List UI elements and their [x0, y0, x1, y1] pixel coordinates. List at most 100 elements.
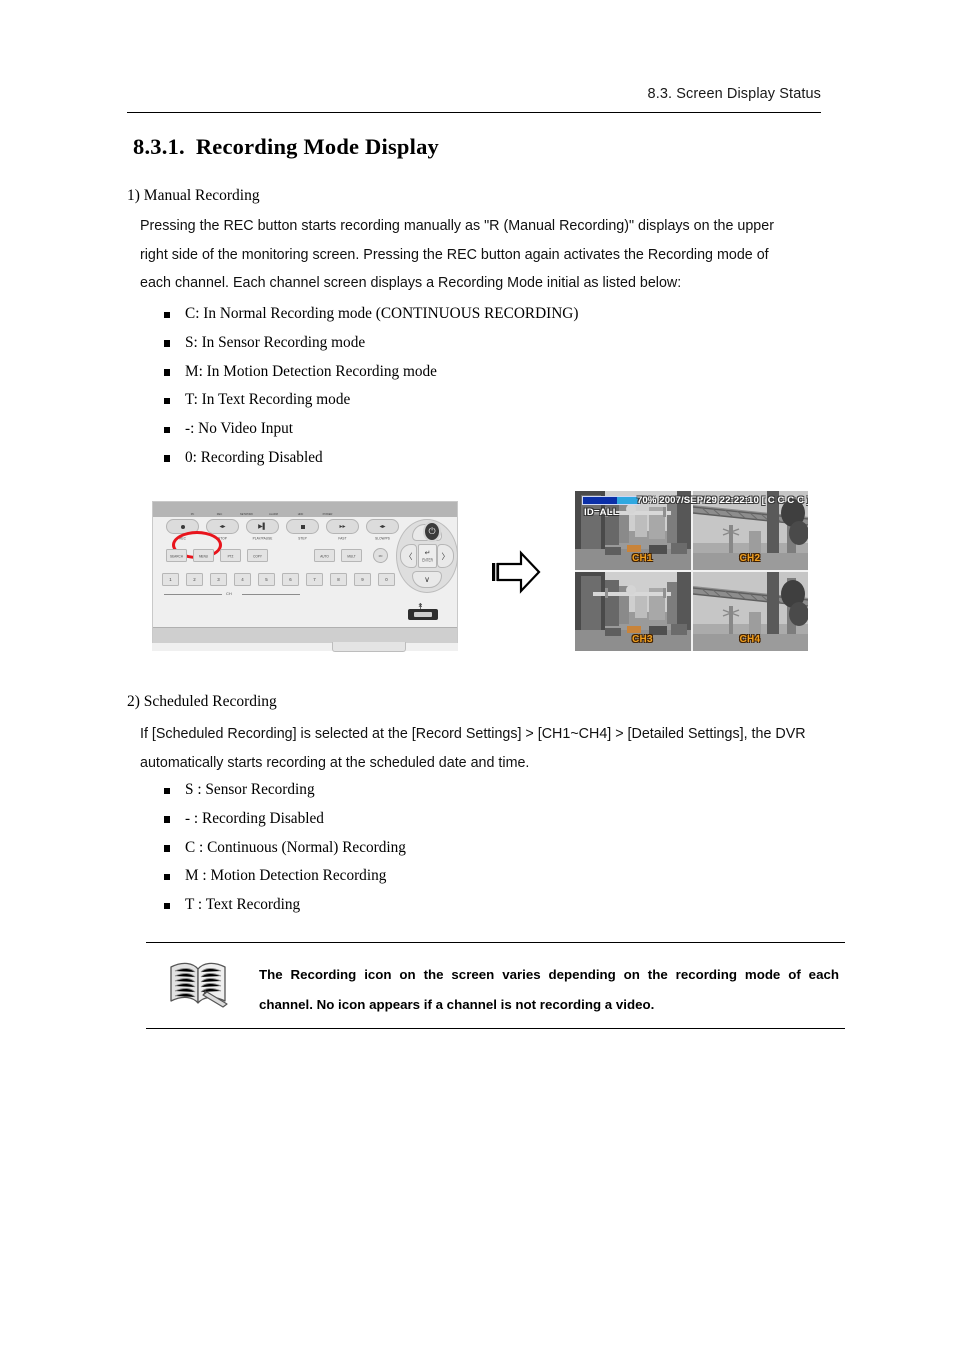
bracket-line-right: [242, 594, 300, 595]
section1-paragraph-line: each channel. Each channel screen displa…: [140, 275, 682, 292]
dvr-foot: [332, 642, 406, 652]
header-rule: [127, 112, 821, 113]
document-page: 8.3. Screen Display Status 8.3.1. Recordi…: [0, 0, 954, 1350]
play-icon: ▶▌: [258, 523, 267, 530]
channel-label: CH1: [632, 553, 653, 564]
id-button[interactable]: I/D: [373, 548, 388, 563]
bracket-line-left: [164, 594, 222, 595]
running-header: 8.3. Screen Display Status: [647, 86, 821, 102]
slow-icon: ◂▸: [379, 523, 386, 530]
heading-number: 8.3.1.: [133, 134, 185, 159]
copy-button[interactable]: COPY: [247, 549, 268, 562]
ptz-button[interactable]: PTZ: [220, 549, 241, 562]
note-text-line: The Recording icon on the screen varies …: [259, 967, 839, 982]
right-arrow-icon: [488, 549, 542, 595]
dvr-number-button-row: 1 2 3 4 5 6 7 8 9 0: [162, 573, 402, 587]
search-button[interactable]: SEARCH: [166, 549, 187, 562]
section1-title: 1) Manual Recording: [127, 187, 260, 204]
menu-button-label: MENU: [198, 552, 209, 559]
note-top-rule: [146, 942, 845, 943]
section1-bullet-list: C: In Normal Recording mode (CONTINUOUS …: [164, 300, 578, 473]
number-button[interactable]: 1: [162, 573, 179, 586]
section2-paragraph-line: If [Scheduled Recording] is selected at …: [140, 726, 806, 742]
step-button-label: STEP: [298, 535, 307, 541]
dvr-front-panel-figure: PC REC NETWORK ALARM HDD POWER REC ◂▸ ST…: [152, 501, 458, 652]
list-item: S : Sensor Recording: [164, 776, 406, 805]
note-text: The Recording icon on the screen varies …: [259, 960, 839, 1020]
play-pause-button[interactable]: ▶▌: [246, 519, 279, 534]
section2-title: 2) Scheduled Recording: [127, 693, 277, 710]
play-pause-button-label: PLAY/PAUSE: [252, 535, 273, 541]
number-button[interactable]: 2: [186, 573, 203, 586]
usb-port: ↟: [408, 603, 438, 620]
note-text-line: channel. No icon appears if a channel is…: [259, 997, 655, 1012]
list-item: -: No Video Input: [164, 415, 578, 444]
section1-paragraph: Pressing the REC button starts recording…: [140, 212, 830, 298]
osd-status-line: 70% 2007/SEP/29 22:22:10 [ C C C C ]: [637, 495, 808, 506]
section2-bullet-list: S : Sensor Recording - : Recording Disab…: [164, 776, 406, 920]
channel-group-label: CH: [226, 591, 232, 596]
number-button[interactable]: 0: [378, 573, 395, 586]
enter-button-label: ENTER: [422, 556, 433, 563]
list-item: C : Continuous (Normal) Recording: [164, 834, 406, 863]
section1-paragraph-line: right side of the monitoring screen. Pre…: [140, 246, 769, 263]
usb-port-body: [408, 609, 438, 620]
channel-cell-3: CH3: [575, 572, 691, 651]
channel-label: CH3: [632, 634, 653, 645]
stop-button[interactable]: ◂▸: [206, 519, 239, 534]
list-item: C: In Normal Recording mode (CONTINUOUS …: [164, 300, 578, 329]
usb-port-inner: [414, 612, 432, 617]
note-bottom-rule: [146, 1028, 845, 1029]
channel-group-bracket: CH: [164, 591, 304, 598]
fast-button-label: FAST: [338, 535, 347, 541]
number-button[interactable]: 8: [330, 573, 347, 586]
list-item: - : Recording Disabled: [164, 805, 406, 834]
step-button[interactable]: [286, 519, 319, 534]
number-button[interactable]: 9: [354, 573, 371, 586]
number-button[interactable]: 6: [282, 573, 299, 586]
dvr-transport-button-row: REC ◂▸ STOP ▶▌ PLAY/PAUSE STEP ▸▸ FAST ◂…: [166, 519, 399, 559]
channel-label: CH2: [739, 553, 761, 564]
auto-button-label: AUTO: [320, 552, 329, 559]
channel-cell-4: CH4: [692, 572, 808, 651]
list-item: 0: Recording Disabled: [164, 444, 578, 473]
number-button[interactable]: 3: [210, 573, 227, 586]
dvr-base-strip: [153, 627, 457, 643]
dvr-led-indicator-row: PC REC NETWORK ALARM HDD POWER: [185, 502, 335, 517]
heading-text: Recording Mode Display: [195, 134, 439, 159]
enter-arrow-icon: ↵: [424, 549, 431, 557]
list-item: M : Motion Detection Recording: [164, 862, 406, 891]
number-button[interactable]: 5: [258, 573, 275, 586]
menu-button[interactable]: MENU: [193, 549, 214, 562]
slow-button-label: SLOW/PS: [375, 535, 390, 541]
page-title: 8.3.1. Recording Mode Display: [133, 134, 439, 160]
slow-button[interactable]: ◂▸: [366, 519, 399, 534]
monitoring-screen-figure: CH1 CH2 CH3 CH4 ID=ALL 70% 2007/SEP/29 2…: [575, 491, 808, 651]
number-button[interactable]: 4: [234, 573, 251, 586]
dvr-function-button-row: SEARCH MENU PTZ COPY AUTO MULT I/D: [166, 548, 396, 563]
mult-button-label: MULT: [347, 552, 356, 559]
auto-button[interactable]: AUTO: [314, 549, 335, 562]
fast-button[interactable]: ▸▸: [326, 519, 359, 534]
record-dot-icon: [180, 524, 185, 529]
fast-forward-icon: ▸▸: [339, 523, 346, 530]
mult-button[interactable]: MULT: [341, 549, 362, 562]
open-book-icon: [167, 957, 231, 1013]
list-item: S: In Sensor Recording mode: [164, 329, 578, 358]
channel-label: CH4: [739, 634, 761, 645]
number-button[interactable]: 7: [306, 573, 323, 586]
list-item: M: In Motion Detection Recording mode: [164, 358, 578, 387]
osd-progress-bar: [582, 496, 640, 505]
osd-progress-fill: [617, 497, 639, 504]
copy-button-label: COPY: [253, 552, 262, 559]
list-item: T: In Text Recording mode: [164, 386, 578, 415]
section2-paragraph-line: automatically starts recording at the sc…: [140, 754, 530, 771]
dpad-left-button[interactable]: 〈: [400, 544, 417, 568]
power-button[interactable]: ⏻: [423, 521, 441, 542]
search-button-label: SEARCH: [170, 552, 183, 559]
rewind-icon: ◂▸: [219, 523, 226, 530]
list-item: T : Text Recording: [164, 891, 406, 920]
ptz-button-label: PTZ: [227, 552, 234, 559]
osd-id-label: ID=ALL: [584, 507, 619, 518]
enter-button[interactable]: ↵ ENTER: [418, 544, 437, 568]
